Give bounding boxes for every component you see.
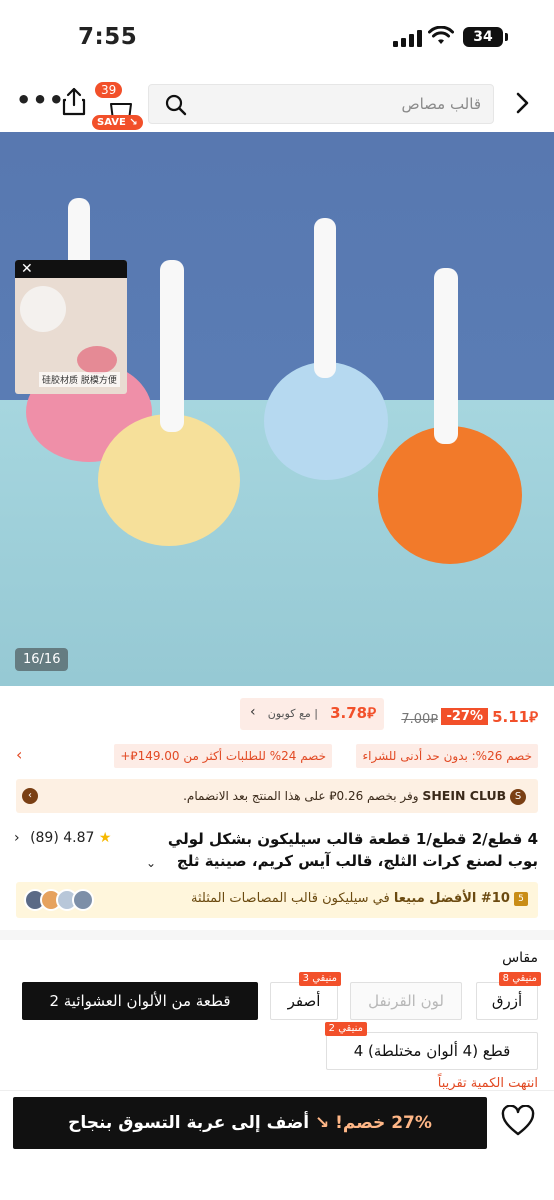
- bestseller-rank: #10 الأفضل مبيعا: [393, 891, 510, 906]
- product-title-row: 4 قطع/2 قطع/1 قطعة قالب سيليكون بشكل لول…: [0, 822, 554, 878]
- club-logo-icon: S: [510, 788, 526, 805]
- bestseller-banner[interactable]: 5 #10 الأفضل مبيعا في سيليكون قالب المصا…: [16, 882, 538, 918]
- rating-value: 4.87: [63, 830, 95, 846]
- stock-note: انتهت الكمية تقريباً: [437, 1076, 538, 1091]
- current-price: 5.11⃁: [492, 708, 538, 726]
- cellular-signal-icon: [393, 30, 422, 47]
- chevron-left-icon: ‹: [250, 704, 256, 720]
- promo-tag: خصم 26%: بدون حد أدنى للشراء: [356, 744, 538, 768]
- option-label: لون القرنفل: [368, 992, 444, 1010]
- club-brand: SHEIN CLUB: [422, 788, 507, 803]
- bestseller-category: في سيليكون قالب المصاصات المثلثة: [191, 891, 390, 906]
- promo-row[interactable]: خصم 26%: بدون حد أدنى للشراء خصم 24% للط…: [0, 744, 554, 770]
- trophy-icon: 5: [514, 891, 528, 906]
- chevron-left-icon[interactable]: ‹: [22, 788, 38, 804]
- option-label: أزرق: [491, 992, 523, 1010]
- orange-mold: [378, 426, 522, 564]
- image-counter: 16/16: [15, 648, 69, 671]
- club-offer: وفر بخصم 0.26⃁ على هذا المنتج بعد الانضم…: [183, 789, 419, 803]
- original-price: 7.00⃁: [401, 712, 438, 727]
- more-options-icon[interactable]: •••: [16, 88, 65, 112]
- option-label: أصفر: [287, 992, 321, 1010]
- add-to-cart-button[interactable]: 27% خصم! ↘ أضف إلى عربة التسوق بنجاح: [13, 1097, 487, 1149]
- wifi-icon: [428, 26, 454, 44]
- close-icon[interactable]: ✕: [15, 260, 127, 278]
- add-to-cart-label: أضف إلى عربة التسوق بنجاح: [68, 1113, 310, 1133]
- preview-caption: 硅胶材质 脱模方便: [39, 372, 120, 387]
- status-time: 7:55: [78, 24, 138, 50]
- thumbnail: [72, 889, 94, 911]
- battery-icon: 34: [463, 27, 508, 47]
- club-text: S SHEIN CLUB وفر بخصم 0.26⃁ على هذا المن…: [183, 788, 526, 805]
- size-option-yellow[interactable]: أصفر منيقي 3: [270, 972, 341, 1020]
- low-stock-badge: منيقي 8: [498, 972, 541, 986]
- product-image-gallery[interactable]: ✕ 硅胶材质 脱模方便 16/16: [0, 132, 554, 686]
- coupon-price: 3.78⃁: [330, 704, 376, 722]
- size-section-title: مقاس: [502, 950, 538, 966]
- shein-club-banner[interactable]: S SHEIN CLUB وفر بخصم 0.26⃁ على هذا المن…: [16, 779, 538, 813]
- star-icon: ★: [98, 830, 112, 846]
- option-label: 4 قطع (4 ألوان مختلطة): [353, 1042, 511, 1060]
- rating-summary[interactable]: › (89) 4.87 ★: [14, 830, 111, 846]
- bestseller-text: 5 #10 الأفضل مبيعا في سيليكون قالب المصا…: [191, 891, 528, 906]
- size-option-2pcs-random[interactable]: 2 قطعة من الألوان العشوائية: [22, 982, 258, 1020]
- discount-text: 27% خصم! ↘: [315, 1113, 432, 1133]
- chevron-left-icon[interactable]: ‹: [16, 745, 22, 764]
- mini-video-preview[interactable]: ✕ 硅胶材质 脱模方便: [15, 260, 127, 394]
- price-row: 5.11⃁ -27% 7.00⃁ 3.78⃁ مع كوبون | ‹: [0, 698, 554, 734]
- back-chevron-icon[interactable]: [514, 92, 530, 114]
- cart-count-badge: 39: [95, 82, 123, 98]
- bottom-action-bar: 27% خصم! ↘ أضف إلى عربة التسوق بنجاح: [0, 1090, 554, 1200]
- save-badge: SAVE ↘: [92, 115, 143, 130]
- size-option-4pcs-mixed[interactable]: 4 قطع (4 ألوان مختلطة) منيقي 2: [324, 1022, 538, 1070]
- search-icon: [165, 94, 187, 116]
- preview-pink-mold: [77, 346, 117, 374]
- option-label: 2 قطعة من الألوان العشوائية: [49, 992, 231, 1010]
- product-title: 4 قطع/2 قطع/1 قطعة قالب سيليكون بشكل لول…: [167, 830, 538, 870]
- size-option-blue[interactable]: أزرق منيقي 8: [476, 972, 541, 1020]
- size-option-pink[interactable]: لون القرنفل: [350, 982, 462, 1020]
- yellow-mold: [98, 414, 240, 546]
- share-icon[interactable]: [60, 86, 88, 116]
- wishlist-heart-icon[interactable]: [500, 1105, 536, 1137]
- search-placeholder: قالب مصاص: [401, 95, 481, 113]
- promo-tag: خصم 24% للطلبات أكثر من 149.00⃁+: [114, 744, 332, 768]
- discount-badge: -27%: [441, 708, 488, 725]
- bestseller-thumbnails: [24, 889, 104, 911]
- blue-mold: [264, 362, 388, 480]
- top-nav: ••• 39 SAVE ↘ قالب مصاص: [0, 72, 554, 132]
- chevron-right-icon: ›: [14, 830, 20, 846]
- preview-ball: [20, 286, 66, 332]
- search-input[interactable]: قالب مصاص: [148, 84, 494, 124]
- expand-chevron-icon[interactable]: ⌄: [146, 856, 156, 870]
- yellow-mold-stick: [160, 260, 184, 432]
- coupon-price-button[interactable]: 3.78⃁ مع كوبون | ‹: [240, 698, 384, 730]
- blue-mold-stick: [314, 218, 336, 378]
- section-divider: [0, 930, 554, 940]
- low-stock-badge: منيقي 2: [324, 1022, 367, 1036]
- review-count: (89): [30, 830, 59, 846]
- orange-mold-stick: [434, 268, 458, 444]
- low-stock-badge: منيقي 3: [298, 972, 341, 986]
- coupon-label: مع كوبون |: [267, 707, 318, 720]
- status-bar: 7:55 34: [0, 0, 554, 72]
- cart-button[interactable]: 39 SAVE ↘: [92, 82, 143, 130]
